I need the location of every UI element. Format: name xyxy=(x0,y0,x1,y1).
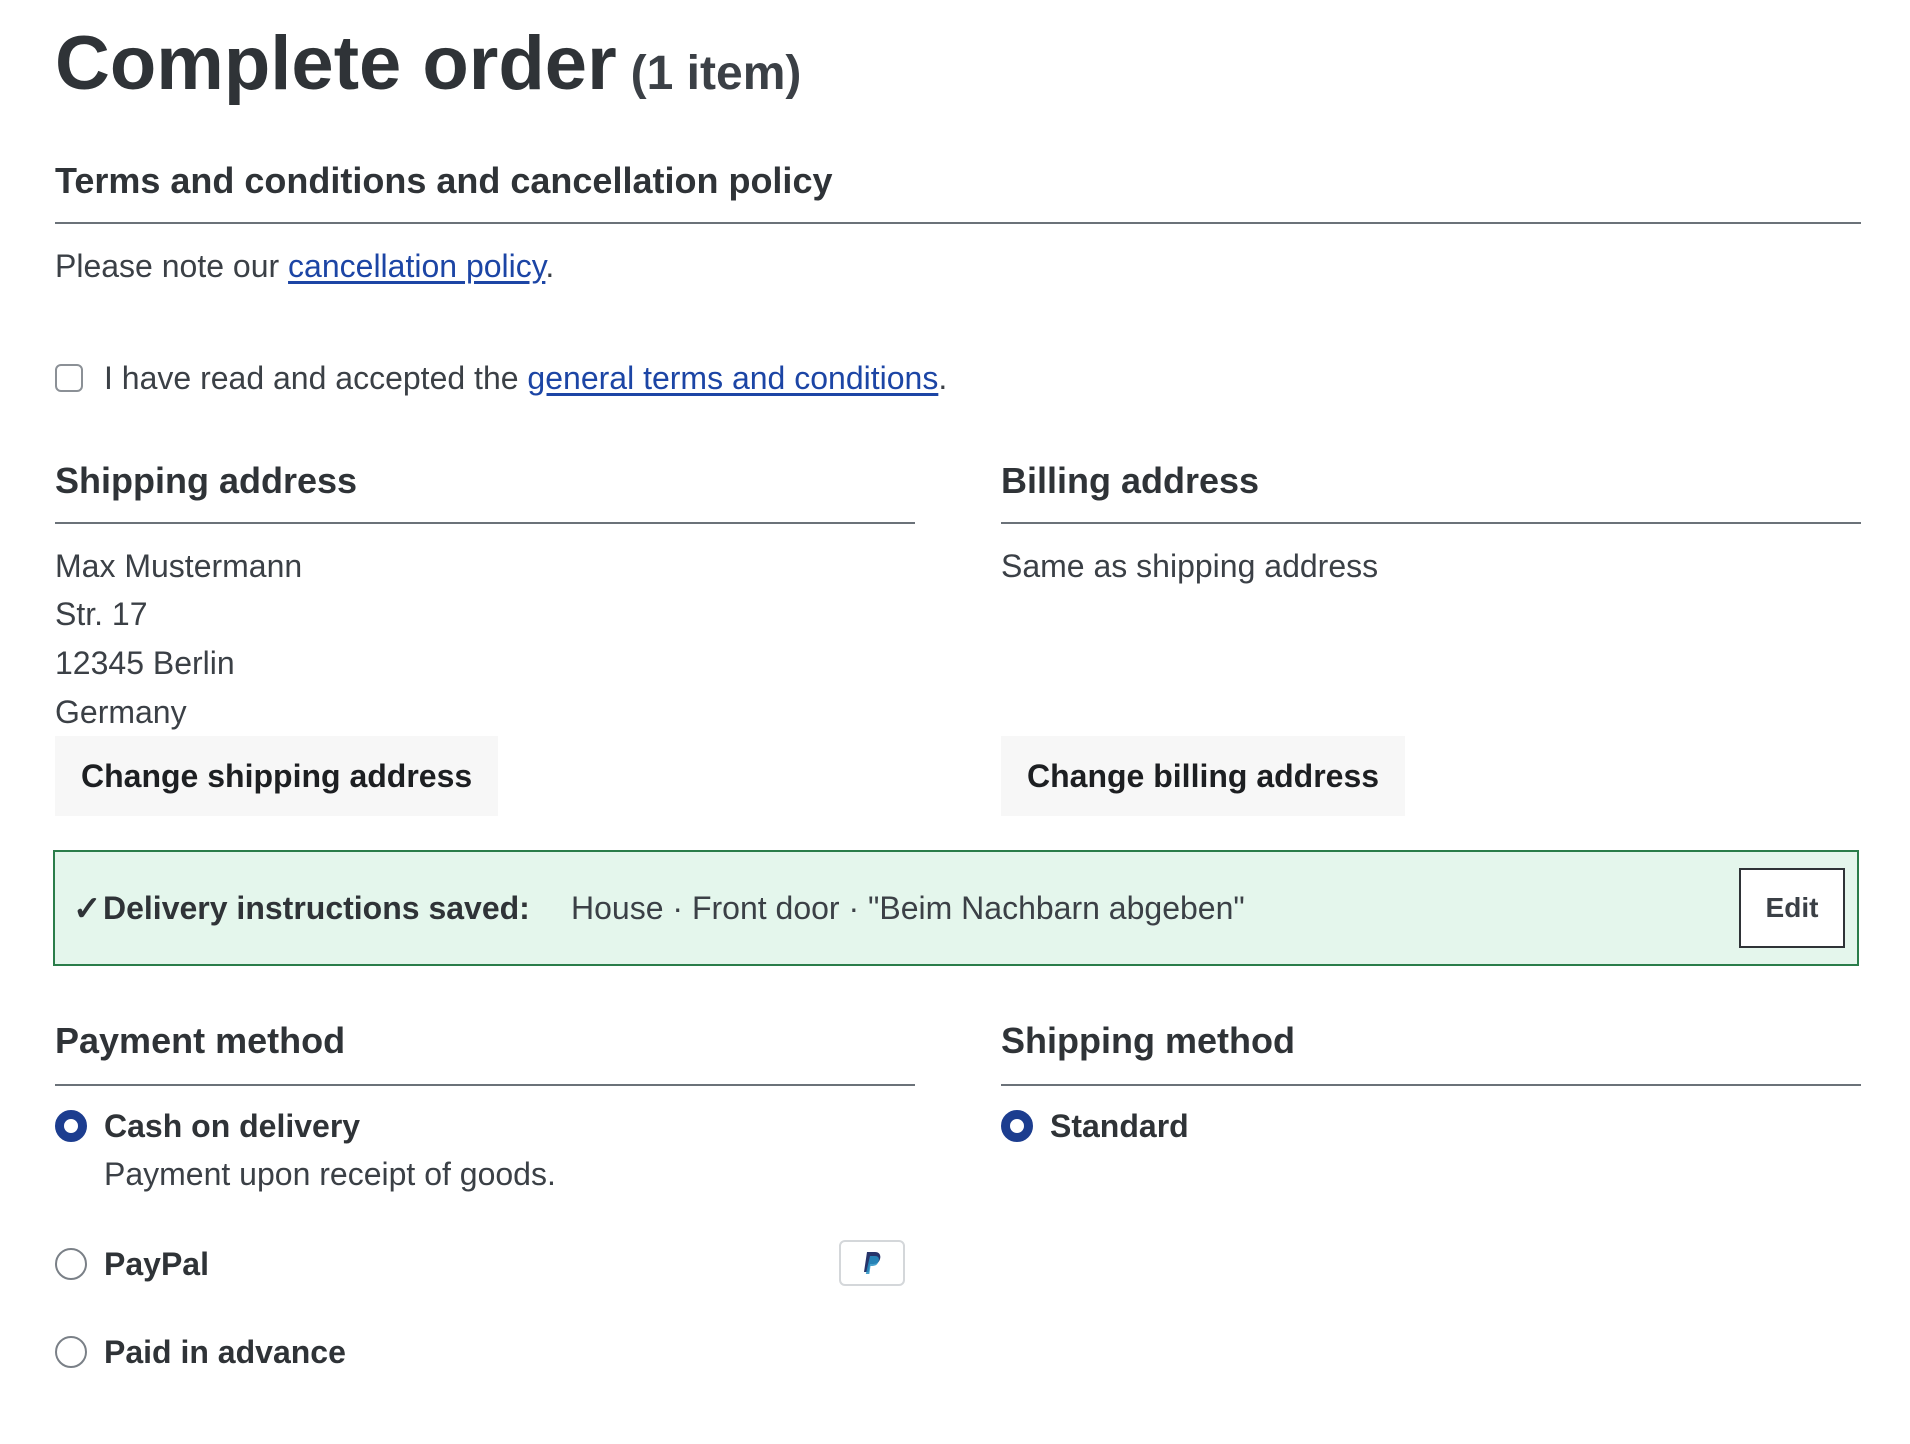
cancellation-note: Please note our cancellation policy. xyxy=(55,248,554,285)
change-billing-address-button[interactable]: Change billing address xyxy=(1001,736,1406,816)
paypal-logo-glyph xyxy=(864,1252,881,1274)
page-title-row: Complete order (1 item) xyxy=(55,20,801,107)
shipping-address-divider xyxy=(55,522,915,524)
terms-label-suffix: . xyxy=(938,360,948,396)
terms-divider xyxy=(55,222,1861,224)
cash-on-delivery-description: Payment upon receipt of goods. xyxy=(104,1156,556,1192)
terms-label-prefix: I have read and accepted the xyxy=(104,360,528,396)
shipping-address-heading: Shipping address xyxy=(55,460,358,501)
shipping-address-line: Max Mustermann xyxy=(55,548,303,584)
page-title: Complete order xyxy=(55,21,617,106)
shipping-address-line: Germany xyxy=(55,694,187,730)
delivery-instructions-notice: ✓ Delivery instructions saved: House · F… xyxy=(53,850,1859,966)
radio-paid-in-advance[interactable] xyxy=(55,1336,87,1368)
shipping-address-line: Str. 17 xyxy=(55,596,148,632)
billing-address-divider xyxy=(1001,522,1861,524)
cash-on-delivery-label[interactable]: Cash on delivery xyxy=(104,1108,360,1145)
checkmark-icon: ✓ xyxy=(73,890,102,928)
edit-delivery-instructions-button[interactable]: Edit xyxy=(1739,868,1845,948)
paypal-label[interactable]: PayPal xyxy=(104,1246,209,1283)
paid-in-advance-label[interactable]: Paid in advance xyxy=(104,1334,346,1371)
radio-standard-shipping[interactable] xyxy=(1001,1110,1033,1142)
cancellation-note-suffix: . xyxy=(545,248,555,284)
terms-checkbox[interactable] xyxy=(55,364,83,392)
payment-method-divider xyxy=(55,1084,915,1086)
payment-method-heading: Payment method xyxy=(55,1020,346,1061)
shipping-address-line: 12345 Berlin xyxy=(55,645,235,681)
delivery-instructions-details: House · Front door · "Beim Nachbarn abge… xyxy=(571,890,1245,926)
radio-paypal[interactable] xyxy=(55,1248,87,1280)
change-shipping-address-button[interactable]: Change shipping address xyxy=(55,736,499,816)
terms-checkbox-label: I have read and accepted the general ter… xyxy=(104,360,947,397)
billing-address-heading: Billing address xyxy=(1001,460,1260,501)
paypal-icon xyxy=(839,1240,905,1286)
shipping-method-divider xyxy=(1001,1084,1861,1086)
item-count: (1 item) xyxy=(630,47,802,100)
cancellation-note-prefix: Please note our xyxy=(55,248,289,284)
standard-shipping-label[interactable]: Standard xyxy=(1050,1108,1189,1145)
shipping-method-heading: Shipping method xyxy=(1001,1020,1295,1061)
billing-address-text: Same as shipping address xyxy=(1001,548,1379,584)
terms-heading: Terms and conditions and cancellation po… xyxy=(55,160,833,201)
general-terms-link[interactable]: general terms and conditions xyxy=(527,360,938,396)
delivery-instructions-label: Delivery instructions saved: xyxy=(103,890,530,926)
cancellation-policy-link[interactable]: cancellation policy xyxy=(288,248,545,284)
radio-cash-on-delivery[interactable] xyxy=(55,1110,87,1142)
